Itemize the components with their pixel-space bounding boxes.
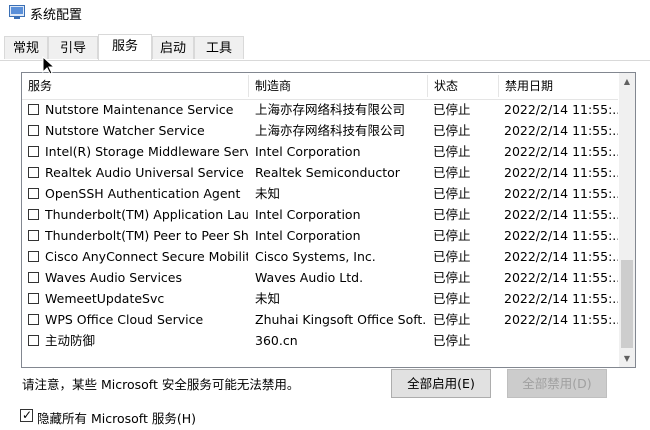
service-disabled-date: 2022/2/14 11:55:... xyxy=(504,165,618,180)
service-checkbox[interactable] xyxy=(28,125,39,136)
services-list[interactable]: 服务 制造商 状态 禁用日期 Nutstore Maintenance Serv… xyxy=(21,72,636,368)
table-row[interactable]: 主动防御 360.cn 已停止 xyxy=(22,330,618,351)
table-row[interactable]: Cisco AnyConnect Secure Mobilit... Cisco… xyxy=(22,246,618,267)
service-checkbox[interactable] xyxy=(28,167,39,178)
service-checkbox[interactable] xyxy=(28,272,39,283)
window-title: 系统配置 xyxy=(30,8,83,23)
service-checkbox[interactable] xyxy=(28,146,39,157)
service-disabled-date: 2022/2/14 11:55:... xyxy=(504,270,618,285)
service-status: 已停止 xyxy=(433,102,471,117)
service-checkbox[interactable] xyxy=(28,188,39,199)
service-maker: Zhuhai Kingsoft Office Soft... xyxy=(255,312,427,327)
service-status: 已停止 xyxy=(433,123,471,138)
service-checkbox[interactable] xyxy=(28,314,39,325)
table-row[interactable]: Thunderbolt(TM) Peer to Peer Sh... Intel… xyxy=(22,225,618,246)
service-status: 已停止 xyxy=(433,186,471,201)
column-header-maker[interactable]: 制造商 xyxy=(249,73,427,99)
table-row[interactable]: WPS Office Cloud Service Zhuhai Kingsoft… xyxy=(22,309,618,330)
hide-microsoft-services-label: 隐藏所有 Microsoft 服务(H) xyxy=(37,411,196,426)
vertical-scrollbar[interactable]: ▲ ▼ xyxy=(619,73,635,367)
service-disabled-date: 2022/2/14 11:55:... xyxy=(504,228,618,243)
table-row[interactable]: WemeetUpdateSvc 未知 已停止 2022/2/14 11:55:.… xyxy=(22,288,618,309)
service-name: Intel(R) Storage Middleware Serv... xyxy=(45,144,248,159)
service-maker: 未知 xyxy=(255,291,281,306)
table-row[interactable]: Intel(R) Storage Middleware Serv... Inte… xyxy=(22,141,618,162)
service-name: Thunderbolt(TM) Peer to Peer Sh... xyxy=(45,228,248,243)
table-row[interactable]: Nutstore Maintenance Service 上海亦存网络科技有限公… xyxy=(22,99,618,120)
service-name: Nutstore Maintenance Service xyxy=(45,102,234,117)
service-status: 已停止 xyxy=(433,291,471,306)
tab-strip: 常规 引导 服务 启动 工具 xyxy=(0,34,650,61)
service-maker: Cisco Systems, Inc. xyxy=(255,249,376,264)
service-disabled-date: 2022/2/14 11:55:... xyxy=(504,207,618,222)
table-row[interactable]: Nutstore Watcher Service 上海亦存网络科技有限公司 已停… xyxy=(22,120,618,141)
service-checkbox[interactable] xyxy=(28,230,39,241)
service-maker: 360.cn xyxy=(255,333,298,348)
table-row[interactable]: Waves Audio Services Waves Audio Ltd. 已停… xyxy=(22,267,618,288)
scrollbar-thumb[interactable] xyxy=(621,260,633,348)
scroll-up-icon[interactable]: ▲ xyxy=(619,73,635,90)
service-maker: 上海亦存网络科技有限公司 xyxy=(255,102,406,117)
service-disabled-date: 2022/2/14 11:55:... xyxy=(504,312,618,327)
service-status: 已停止 xyxy=(433,207,471,222)
service-status: 已停止 xyxy=(433,165,471,180)
service-status: 已停止 xyxy=(433,270,471,285)
service-name: 主动防御 xyxy=(45,333,96,348)
service-checkbox[interactable] xyxy=(28,293,39,304)
service-name: Realtek Audio Universal Service xyxy=(45,165,244,180)
disable-all-button[interactable]: 全部禁用(D) xyxy=(507,369,607,398)
table-row[interactable]: Realtek Audio Universal Service Realtek … xyxy=(22,162,618,183)
service-maker: Realtek Semiconductor xyxy=(255,165,400,180)
service-status: 已停止 xyxy=(433,228,471,243)
column-header-status[interactable]: 状态 xyxy=(428,73,498,99)
service-maker: Intel Corporation xyxy=(255,207,361,222)
service-maker: 未知 xyxy=(255,186,281,201)
list-header: 服务 制造商 状态 禁用日期 xyxy=(22,73,618,100)
tab-tools[interactable]: 工具 xyxy=(194,36,244,59)
service-disabled-date: 2022/2/14 11:55:... xyxy=(504,186,618,201)
service-name: Thunderbolt(TM) Application Lau... xyxy=(45,207,248,222)
msconfig-app-icon xyxy=(9,5,25,19)
service-maker: 上海亦存网络科技有限公司 xyxy=(255,123,406,138)
service-disabled-date: 2022/2/14 11:55:... xyxy=(504,144,618,159)
service-name: Nutstore Watcher Service xyxy=(45,123,205,138)
service-disabled-date: 2022/2/14 11:55:... xyxy=(504,291,618,306)
service-disabled-date: 2022/2/14 11:55:... xyxy=(504,123,618,138)
checkmark-icon: ✓ xyxy=(22,408,33,422)
service-checkbox[interactable] xyxy=(28,335,39,346)
service-name: WemeetUpdateSvc xyxy=(45,291,165,306)
service-disabled-date: 2022/2/14 11:55:... xyxy=(504,249,618,264)
tab-services[interactable]: 服务 xyxy=(98,34,152,60)
service-status: 已停止 xyxy=(433,249,471,264)
scroll-down-icon[interactable]: ▼ xyxy=(619,350,635,367)
table-row[interactable]: OpenSSH Authentication Agent 未知 已停止 2022… xyxy=(22,183,618,204)
service-name: Cisco AnyConnect Secure Mobilit... xyxy=(45,249,248,264)
service-name: OpenSSH Authentication Agent xyxy=(45,186,241,201)
service-checkbox[interactable] xyxy=(28,104,39,115)
tab-divider xyxy=(0,60,650,61)
service-maker: Waves Audio Ltd. xyxy=(255,270,364,285)
service-disabled-date: 2022/2/14 11:55:... xyxy=(504,102,618,117)
tab-startup[interactable]: 启动 xyxy=(152,36,194,59)
service-name: Waves Audio Services xyxy=(45,270,183,285)
service-disabled-date xyxy=(504,330,618,351)
service-checkbox[interactable] xyxy=(28,251,39,262)
microsoft-services-note: 请注意，某些 Microsoft 安全服务可能无法禁用。 xyxy=(22,377,300,392)
column-header-disabled-date[interactable]: 禁用日期 xyxy=(499,73,618,99)
checkbox-box[interactable]: ✓ xyxy=(20,408,33,422)
service-maker: Intel Corporation xyxy=(255,144,361,159)
service-checkbox[interactable] xyxy=(28,209,39,220)
table-row[interactable]: Thunderbolt(TM) Application Lau... Intel… xyxy=(22,204,618,225)
title-bar: 系统配置 xyxy=(0,0,650,28)
service-status: 已停止 xyxy=(433,312,471,327)
mouse-pointer-icon xyxy=(42,56,56,75)
column-header-service[interactable]: 服务 xyxy=(22,73,248,99)
service-maker: Intel Corporation xyxy=(255,228,361,243)
service-status: 已停止 xyxy=(433,144,471,159)
enable-all-button[interactable]: 全部启用(E) xyxy=(391,369,491,398)
service-name: WPS Office Cloud Service xyxy=(45,312,204,327)
service-status: 已停止 xyxy=(433,333,471,348)
